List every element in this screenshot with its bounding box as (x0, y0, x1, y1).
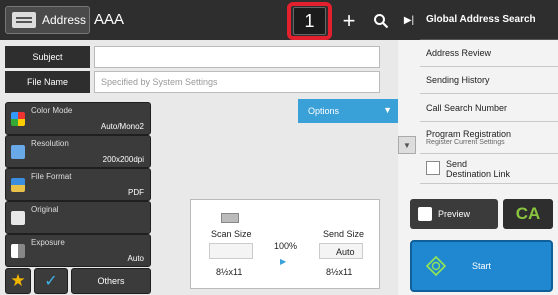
scanner-icon (221, 213, 239, 223)
file-name-input[interactable]: Specified by System Settings (94, 71, 380, 93)
collapse-icon: ▶| (403, 14, 415, 26)
search-icon (374, 14, 389, 29)
resolution-value: 200x200dpi (102, 155, 144, 164)
program-registration-label: Program Registration (426, 129, 512, 139)
chevron-down-icon: ▼ (403, 140, 411, 150)
add-destination-button[interactable]: + (335, 7, 363, 35)
scroll-down-button[interactable]: ▼ (398, 136, 416, 154)
start-label: Start (471, 261, 491, 271)
color-mode-label: Color Mode (31, 106, 73, 115)
send-paper-size: 8½x11 (326, 267, 353, 277)
call-search-number-label: Call Search Number (426, 102, 508, 113)
send-destination-link-toggle[interactable]: Send Destination Link (420, 154, 558, 184)
file-format-button[interactable]: File Format PDF (5, 168, 151, 201)
subject-label: Subject (5, 46, 90, 68)
send-size-label: Send Size (323, 229, 365, 239)
original-button[interactable]: Original (5, 201, 151, 234)
exposure-label: Exposure (31, 238, 65, 247)
file-format-label: File Format (31, 172, 72, 181)
sending-history-label: Sending History (426, 75, 490, 85)
send-destination-link-checkbox[interactable] (426, 161, 440, 175)
destination-link-label: Destination Link (446, 168, 511, 179)
scan-size-label: Scan Size (211, 229, 252, 239)
collapse-panel-button[interactable]: ▶| (398, 0, 420, 40)
program-registration-button[interactable]: Program Registration Register Current Se… (420, 122, 558, 154)
address-value[interactable]: AAA (94, 11, 124, 28)
send-label: Send (446, 158, 468, 169)
ratio-value: 100% (274, 241, 298, 251)
favorite-button[interactable]: ★ (5, 268, 31, 294)
global-address-search-label: Global Address Search (426, 14, 536, 25)
file-name-label: File Name (5, 71, 90, 93)
preview-label: Preview (437, 209, 470, 219)
address-review-button[interactable]: Address Review (420, 40, 558, 67)
highlight-frame (287, 2, 332, 40)
start-icon (426, 256, 446, 276)
exposure-value: Auto (127, 254, 144, 263)
options-button[interactable]: Options ▼ (298, 99, 398, 123)
resolution-button[interactable]: Resolution 200x200dpi (5, 135, 151, 168)
send-size-mode: Auto (336, 247, 355, 257)
subject-input[interactable] (94, 46, 380, 68)
color-mode-icon (11, 112, 25, 126)
sending-history-button[interactable]: Sending History (420, 67, 558, 94)
file-format-value: PDF (128, 188, 144, 197)
search-button[interactable] (367, 7, 395, 35)
checkmark-icon: ✓ (44, 273, 58, 290)
check-button[interactable]: ✓ (34, 268, 68, 294)
color-mode-button[interactable]: Color Mode Auto/Mono2 (5, 102, 151, 135)
scan-paper-icon (209, 243, 253, 259)
color-mode-value: Auto/Mono2 (100, 122, 144, 131)
keyboard-icon (12, 12, 36, 28)
program-registration-sub: Register Current Settings (426, 139, 505, 146)
original-label: Original (31, 205, 59, 214)
scan-paper-size: 8½x11 (216, 267, 243, 277)
address-review-label: Address Review (426, 48, 492, 58)
arrow-right-icon: ▶ (280, 257, 287, 266)
clear-all-button[interactable]: CA (503, 199, 553, 229)
exposure-icon (11, 244, 25, 258)
address-button[interactable]: Address (5, 6, 90, 34)
original-icon (11, 211, 25, 225)
address-button-label: Address (42, 13, 87, 27)
options-label: Options (308, 106, 340, 116)
file-format-icon (11, 178, 25, 192)
global-address-search-button[interactable]: Global Address Search (420, 0, 558, 40)
resolution-label: Resolution (31, 139, 69, 148)
preview-icon (418, 207, 432, 221)
preview-button[interactable]: Preview (410, 199, 498, 229)
exposure-button[interactable]: Exposure Auto (5, 234, 151, 267)
star-icon: ★ (10, 271, 26, 290)
start-button[interactable]: Start (410, 240, 553, 292)
call-search-number-button[interactable]: Call Search Number (420, 94, 558, 122)
triangle-down-icon: ▼ (383, 105, 392, 115)
others-button[interactable]: Others (71, 268, 151, 294)
resolution-icon (11, 145, 25, 159)
